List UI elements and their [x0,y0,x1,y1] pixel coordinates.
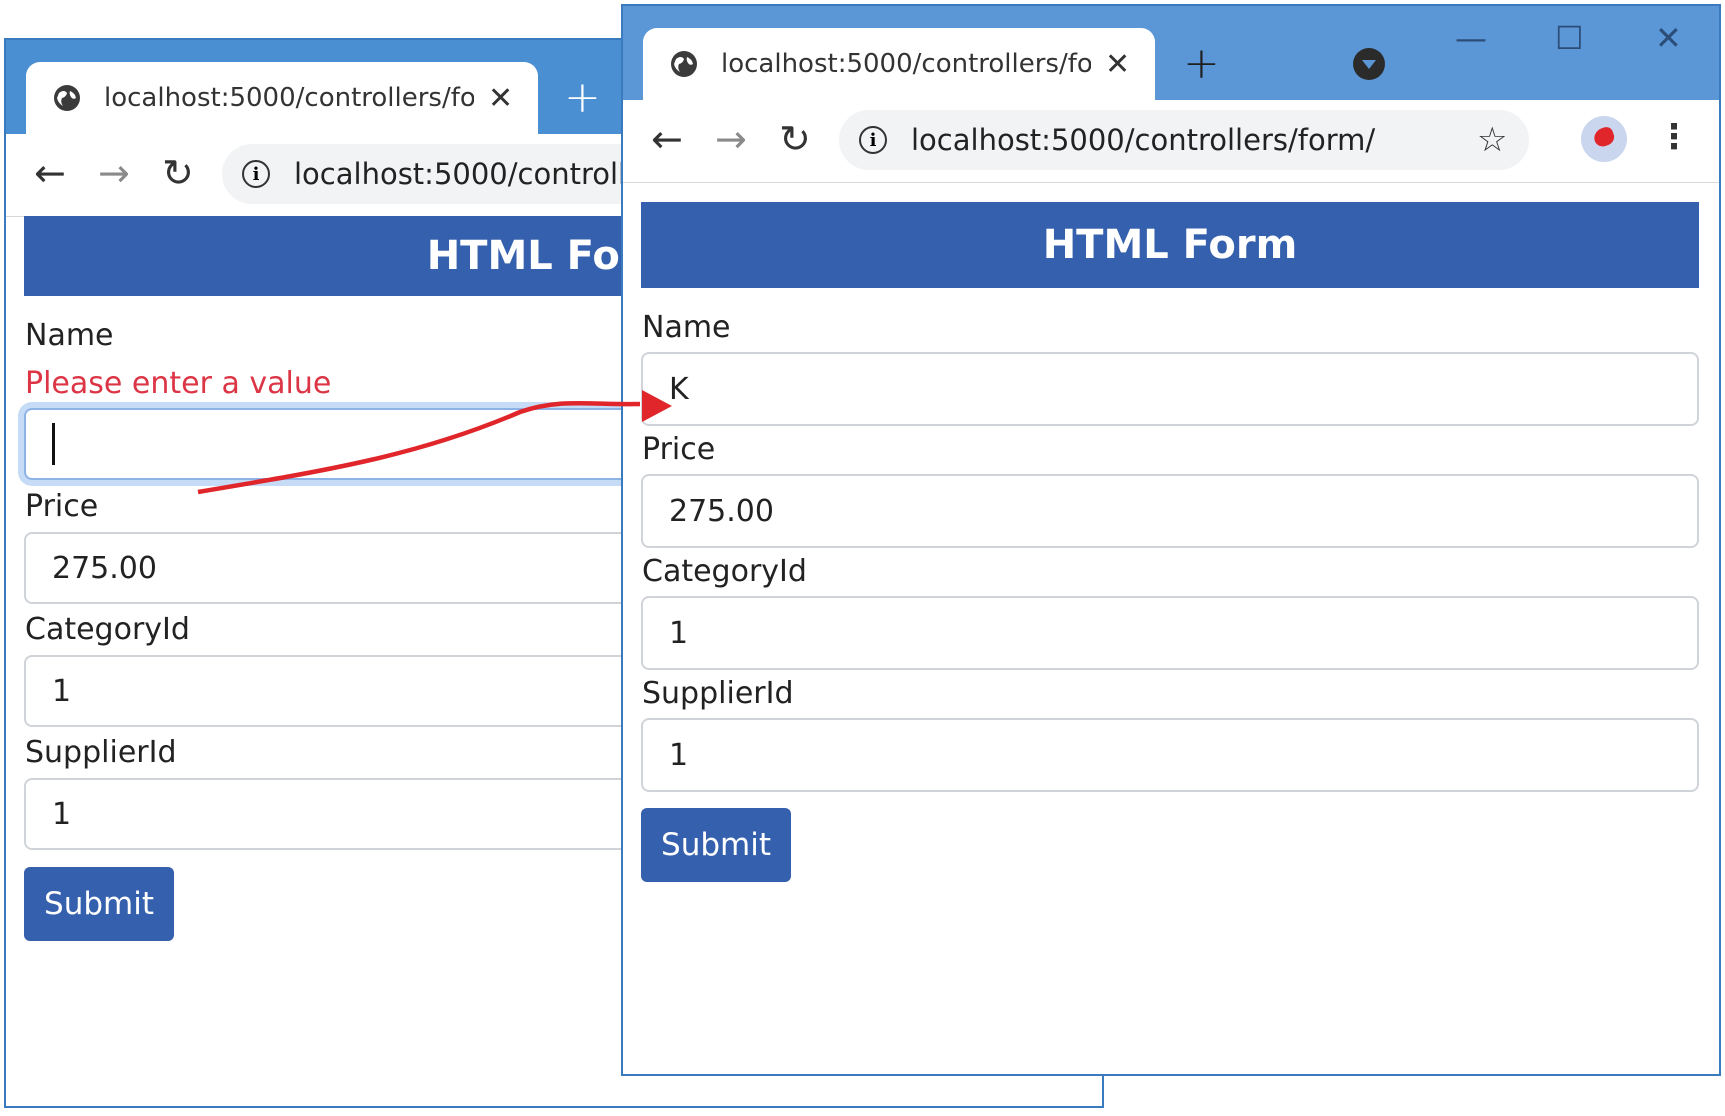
front-browser-window: localhost:5000/controllers/form/ ✕ + — ☐… [621,4,1721,1076]
tab-close-icon[interactable]: ✕ [488,81,513,116]
price-label: Price [642,432,716,467]
info-icon[interactable]: i [859,126,887,154]
submit-button[interactable]: Submit [641,808,791,882]
name-label: Name [25,318,114,353]
supplierid-input[interactable]: 1 [641,718,1699,792]
categoryid-value: 1 [52,673,72,709]
new-tab-icon[interactable]: + [564,76,601,120]
forward-arrow-icon[interactable]: → [98,154,130,192]
categoryid-label: CategoryId [642,554,807,589]
name-value: K [669,371,689,407]
price-value: 275.00 [669,493,774,529]
tab-search-icon[interactable] [1353,48,1385,80]
name-error-message: Please enter a value [25,366,332,401]
minimize-icon[interactable]: — [1455,22,1487,54]
menu-kebab-icon[interactable]: ⋮ [1657,120,1691,154]
back-browser-tab[interactable]: localhost:5000/controllers/form/ ✕ [26,62,538,134]
reload-icon[interactable]: ↻ [162,154,194,192]
submit-button[interactable]: Submit [24,867,174,941]
globe-icon [54,85,80,111]
window-close-icon[interactable]: ✕ [1655,22,1682,54]
reload-icon[interactable]: ↻ [779,120,811,158]
bookmark-star-icon[interactable]: ☆ [1477,120,1507,160]
price-value: 275.00 [52,550,157,586]
tab-close-icon[interactable]: ✕ [1105,47,1130,82]
page-header: HTML Form [641,202,1699,288]
forward-arrow-icon[interactable]: → [715,120,747,158]
supplierid-value: 1 [669,737,689,773]
supplierid-value: 1 [52,796,72,832]
name-label: Name [642,310,731,345]
front-page-content: HTML Form Name K Price 275.00 CategoryId… [623,182,1719,1074]
back-arrow-icon[interactable]: ← [651,120,683,158]
categoryid-label: CategoryId [25,612,190,647]
tab-title: localhost:5000/controllers/form/ [721,49,1091,79]
new-tab-icon[interactable]: + [1183,42,1220,86]
price-input[interactable]: 275.00 [641,474,1699,548]
text-caret [52,423,55,465]
front-toolbar: ← → ↻ i localhost:5000/controllers/form/… [623,100,1719,183]
url-text: localhost:5000/controllers/form/ [911,123,1376,157]
front-title-bar: localhost:5000/controllers/form/ ✕ + — ☐… [623,6,1719,100]
maximize-icon[interactable]: ☐ [1555,22,1584,54]
back-arrow-icon[interactable]: ← [34,154,66,192]
info-icon[interactable]: i [242,160,270,188]
tab-title: localhost:5000/controllers/form/ [104,83,474,113]
price-label: Price [25,489,99,524]
categoryid-input[interactable]: 1 [641,596,1699,670]
supplierid-label: SupplierId [25,735,177,770]
name-input[interactable]: K [641,352,1699,426]
front-browser-tab[interactable]: localhost:5000/controllers/form/ ✕ [643,28,1155,100]
address-bar[interactable]: i localhost:5000/controllers/form/ [839,110,1529,170]
globe-icon [671,51,697,77]
categoryid-value: 1 [669,615,689,651]
profile-avatar[interactable] [1581,116,1627,162]
supplierid-label: SupplierId [642,676,794,711]
